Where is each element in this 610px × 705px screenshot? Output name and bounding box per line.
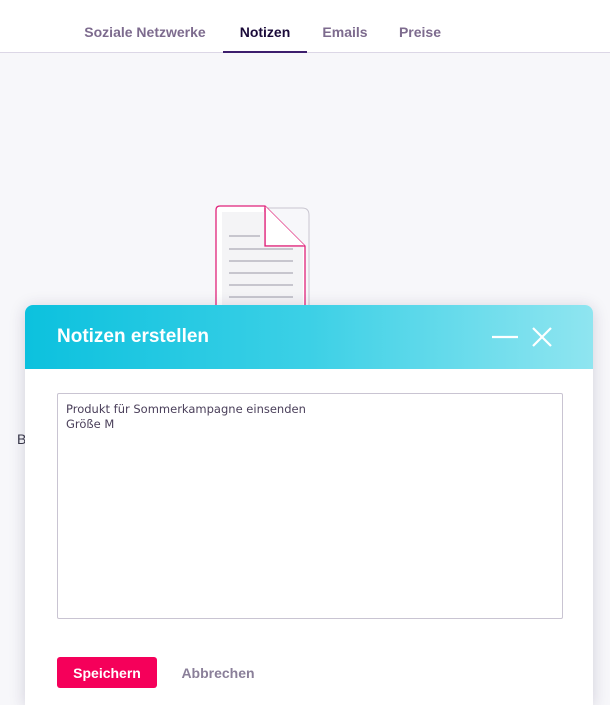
dialog-header: Notizen erstellen [25, 305, 593, 369]
tab-prices[interactable]: Preise [389, 0, 451, 52]
close-button[interactable] [527, 322, 557, 352]
close-icon [532, 327, 552, 347]
tab-notes[interactable]: Notizen [223, 0, 307, 53]
minimize-icon [492, 335, 518, 339]
minimize-button[interactable] [490, 322, 520, 352]
document-illustration [205, 196, 315, 316]
cancel-button[interactable]: Abbrechen [175, 657, 261, 688]
tab-bar: Soziale Netzwerke Notizen Emails Preise [0, 0, 610, 53]
dialog-title: Notizen erstellen [57, 326, 210, 347]
save-button[interactable]: Speichern [57, 657, 157, 688]
note-textarea[interactable]: Produkt für Sommerkampagne einsenden Grö… [57, 393, 563, 619]
create-note-dialog: Notizen erstellen Produkt für Sommerkamp… [25, 305, 593, 705]
tab-social-networks[interactable]: Soziale Netzwerke [72, 0, 218, 52]
tab-emails[interactable]: Emails [313, 0, 377, 52]
